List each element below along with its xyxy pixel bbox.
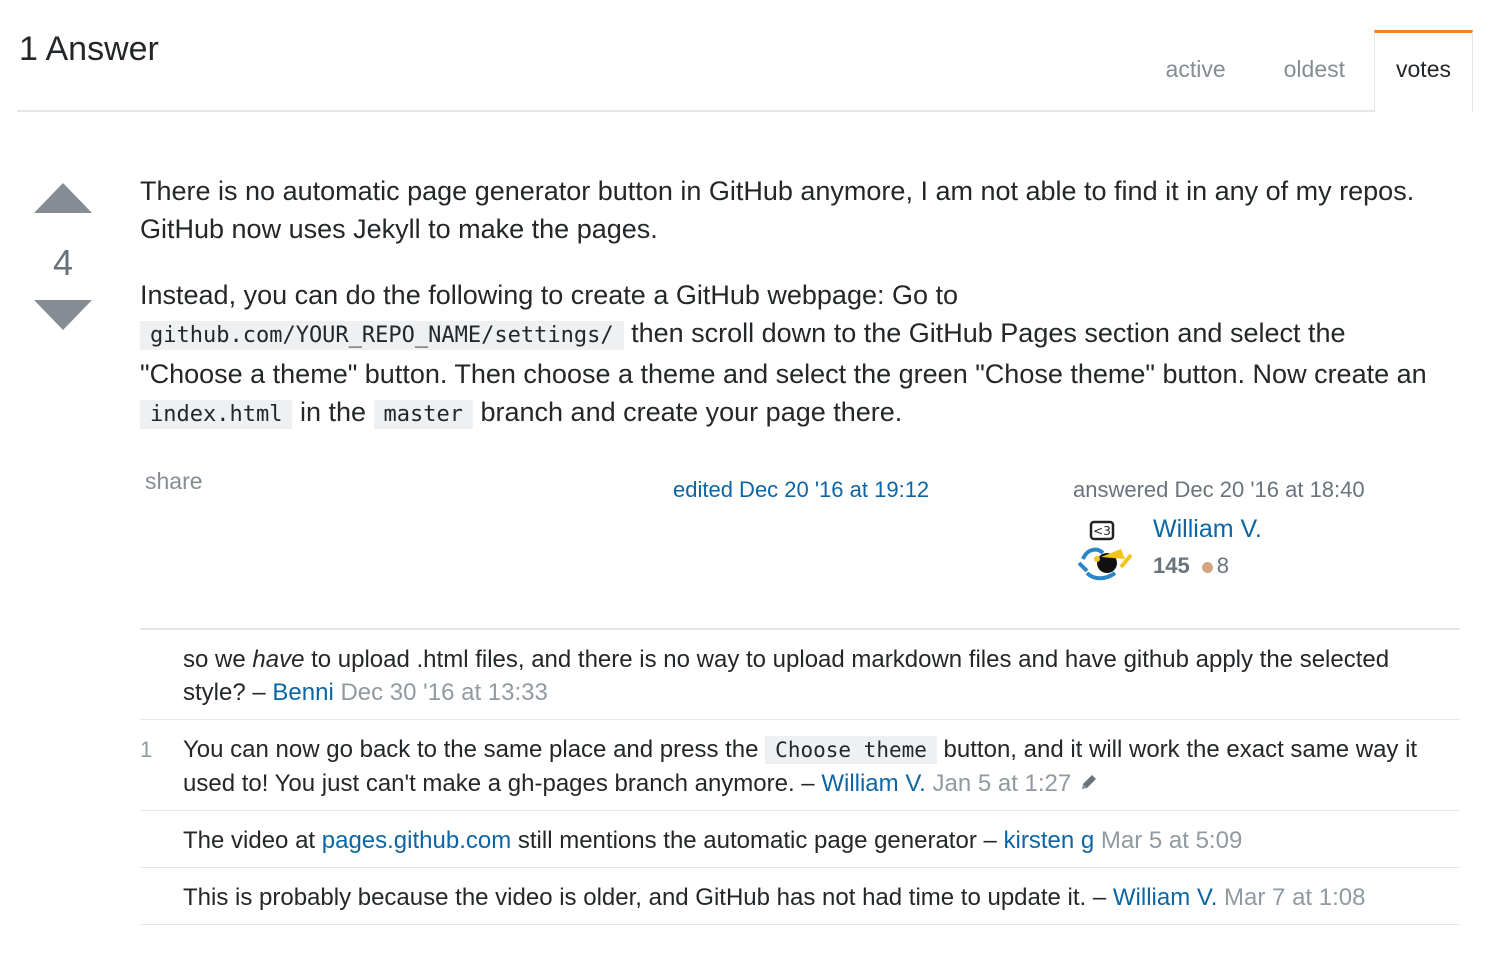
- edited-timestamp-link[interactable]: edited Dec 20 '16 at 19:12: [673, 477, 929, 503]
- answer-text: Instead, you can do the following to cre…: [140, 280, 959, 310]
- tab-oldest[interactable]: oldest: [1255, 30, 1374, 110]
- vote-cell: 4: [33, 183, 93, 330]
- comment-user-link[interactable]: William V.: [821, 770, 925, 797]
- answer-paragraph-2: Instead, you can do the following to cre…: [140, 276, 1440, 434]
- pages-github-link[interactable]: pages.github.com: [322, 827, 511, 854]
- comment-text: This is probably because the video is ol…: [183, 884, 1113, 911]
- identicon-avatar-icon[interactable]: <3: [1077, 519, 1135, 581]
- comment-date[interactable]: Dec 30 '16 at 13:33: [340, 679, 547, 706]
- user-signature: answered Dec 20 '16 at 18:40 <3 William …: [1073, 477, 1365, 585]
- comment-date[interactable]: Mar 7 at 1:08: [1224, 884, 1365, 911]
- comment-text: so we: [183, 646, 253, 673]
- answers-count-title: 1 Answer: [19, 30, 159, 68]
- comment-date[interactable]: Mar 5 at 5:09: [1101, 827, 1242, 854]
- user-info: <3 William V. 145 8: [1073, 515, 1365, 585]
- comment-text: You can now go back to the same place an…: [183, 736, 766, 763]
- inline-code-choose-theme: Choose theme: [765, 736, 937, 764]
- comment-user-link[interactable]: kirsten g: [1004, 827, 1095, 854]
- comment-text: The video at: [183, 827, 322, 854]
- user-reputation: 145 8: [1153, 553, 1229, 579]
- bronze-badge-icon: [1201, 561, 1213, 573]
- comment-emphasis: have: [252, 646, 305, 673]
- user-name-link[interactable]: William V.: [1153, 515, 1262, 544]
- answer-body: There is no automatic page generator but…: [140, 172, 1440, 462]
- answer-text: branch and create your page there.: [473, 397, 903, 427]
- inline-code-settings-path: github.com/YOUR_REPO_NAME/settings/: [140, 321, 624, 350]
- answers-header: 1 Answer active oldest votes: [17, 0, 1473, 112]
- comment-user-link[interactable]: William V.: [1113, 884, 1217, 911]
- sort-tabs: active oldest votes: [1137, 30, 1473, 112]
- downvote-arrow-icon[interactable]: [34, 300, 92, 330]
- svg-text:<3: <3: [1093, 524, 1111, 538]
- inline-code-master: master: [373, 400, 473, 429]
- share-link[interactable]: share: [145, 468, 203, 495]
- answer-text: in the: [292, 397, 374, 427]
- bronze-badge-count: 8: [1216, 553, 1229, 578]
- tab-active[interactable]: active: [1137, 30, 1255, 110]
- comment-score: 1: [140, 737, 153, 762]
- comment: This is probably because the video is ol…: [140, 868, 1460, 925]
- tab-votes[interactable]: votes: [1374, 30, 1473, 112]
- inline-code-index-html: index.html: [140, 400, 293, 429]
- upvote-arrow-icon[interactable]: [34, 183, 92, 213]
- comment: The video at pages.github.com still ment…: [140, 811, 1460, 868]
- answered-timestamp: answered Dec 20 '16 at 18:40: [1073, 477, 1365, 502]
- pencil-icon[interactable]: [1079, 772, 1099, 792]
- comment-user-link[interactable]: Benni: [272, 679, 333, 706]
- comment-text: still mentions the automatic page genera…: [511, 827, 1004, 854]
- comment-date[interactable]: Jan 5 at 1:27: [932, 770, 1071, 797]
- comment: so we have to upload .html files, and th…: [140, 630, 1460, 720]
- vote-count: 4: [52, 242, 74, 283]
- answer-paragraph-1: There is no automatic page generator but…: [140, 176, 1415, 244]
- comments-list: so we have to upload .html files, and th…: [140, 628, 1460, 925]
- reputation-score: 145: [1153, 553, 1190, 578]
- comment: 1 You can now go back to the same place …: [140, 720, 1460, 811]
